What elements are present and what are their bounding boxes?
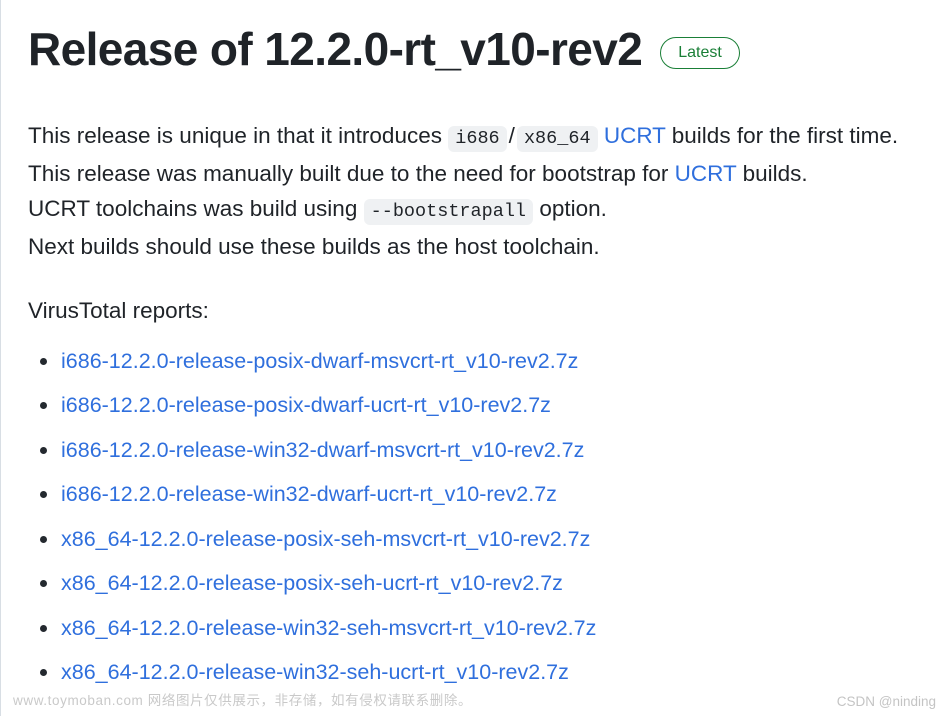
watermark-left: www.toymoban.com 网络图片仅供展示，非存储，如有侵权请联系删除。 [13,693,473,708]
list-item: x86_64-12.2.0-release-posix-seh-msvcrt-r… [28,526,926,552]
release-content: Release of 12.2.0-rt_v10-rev2 Latest Thi… [1,0,952,685]
list-item: i686-12.2.0-release-win32-dwarf-msvcrt-r… [28,437,926,463]
list-item: i686-12.2.0-release-posix-dwarf-ucrt-rt_… [28,392,926,418]
code-chip-i686: i686 [448,125,507,152]
list-item: i686-12.2.0-release-posix-dwarf-msvcrt-r… [28,348,926,374]
report-link[interactable]: x86_64-12.2.0-release-win32-seh-ucrt-rt_… [61,660,569,684]
report-link[interactable]: x86_64-12.2.0-release-win32-seh-msvcrt-r… [61,616,596,640]
ucrt-link-1[interactable]: UCRT [604,123,666,148]
list-item: i686-12.2.0-release-win32-dwarf-ucrt-rt_… [28,481,926,507]
list-item: x86_64-12.2.0-release-posix-seh-ucrt-rt_… [28,570,926,596]
release-page: Release of 12.2.0-rt_v10-rev2 Latest Thi… [0,0,952,716]
list-item: x86_64-12.2.0-release-win32-seh-msvcrt-r… [28,615,926,641]
description-text: This release is unique in that it introd… [28,122,442,148]
description-line-4: Next builds should use these builds as t… [28,233,600,259]
page-title: Release of 12.2.0-rt_v10-rev2 [28,23,643,75]
report-link[interactable]: i686-12.2.0-release-win32-dwarf-msvcrt-r… [61,438,584,462]
description-text: This release was manually built due to t… [28,160,669,186]
list-item: x86_64-12.2.0-release-win32-seh-ucrt-rt_… [28,659,926,685]
report-link[interactable]: x86_64-12.2.0-release-posix-seh-ucrt-rt_… [61,571,563,595]
description-text: option. [539,195,607,221]
description-line-1: This release is unique in that it introd… [28,118,926,156]
description-line-3: UCRT toolchains was build using --bootst… [28,191,926,229]
description-text: builds for the first time. [671,122,899,148]
description-line-2: This release was manually built due to t… [28,156,926,191]
code-chip-bootstrapall: --bootstrapall [363,198,534,225]
code-separator: / [508,122,515,148]
description-text: builds. [742,160,808,186]
virustotal-report-list: i686-12.2.0-release-posix-dwarf-msvcrt-r… [28,348,926,686]
status-badge: Latest [660,36,740,69]
report-link[interactable]: x86_64-12.2.0-release-posix-seh-msvcrt-r… [61,527,590,551]
report-link[interactable]: i686-12.2.0-release-posix-dwarf-msvcrt-r… [61,349,578,373]
report-link[interactable]: i686-12.2.0-release-win32-dwarf-ucrt-rt_… [61,482,557,506]
ucrt-link-2[interactable]: UCRT [675,161,737,186]
code-chip-x86-64: x86_64 [516,125,598,152]
watermark-right: CSDN @ninding [836,694,936,709]
description-text: UCRT toolchains was build using [28,195,358,221]
reports-heading: VirusTotal reports: [28,297,209,323]
release-description: This release is unique in that it introd… [28,118,926,264]
release-header: Release of 12.2.0-rt_v10-rev2 Latest [28,18,926,76]
report-link[interactable]: i686-12.2.0-release-posix-dwarf-ucrt-rt_… [61,393,551,417]
